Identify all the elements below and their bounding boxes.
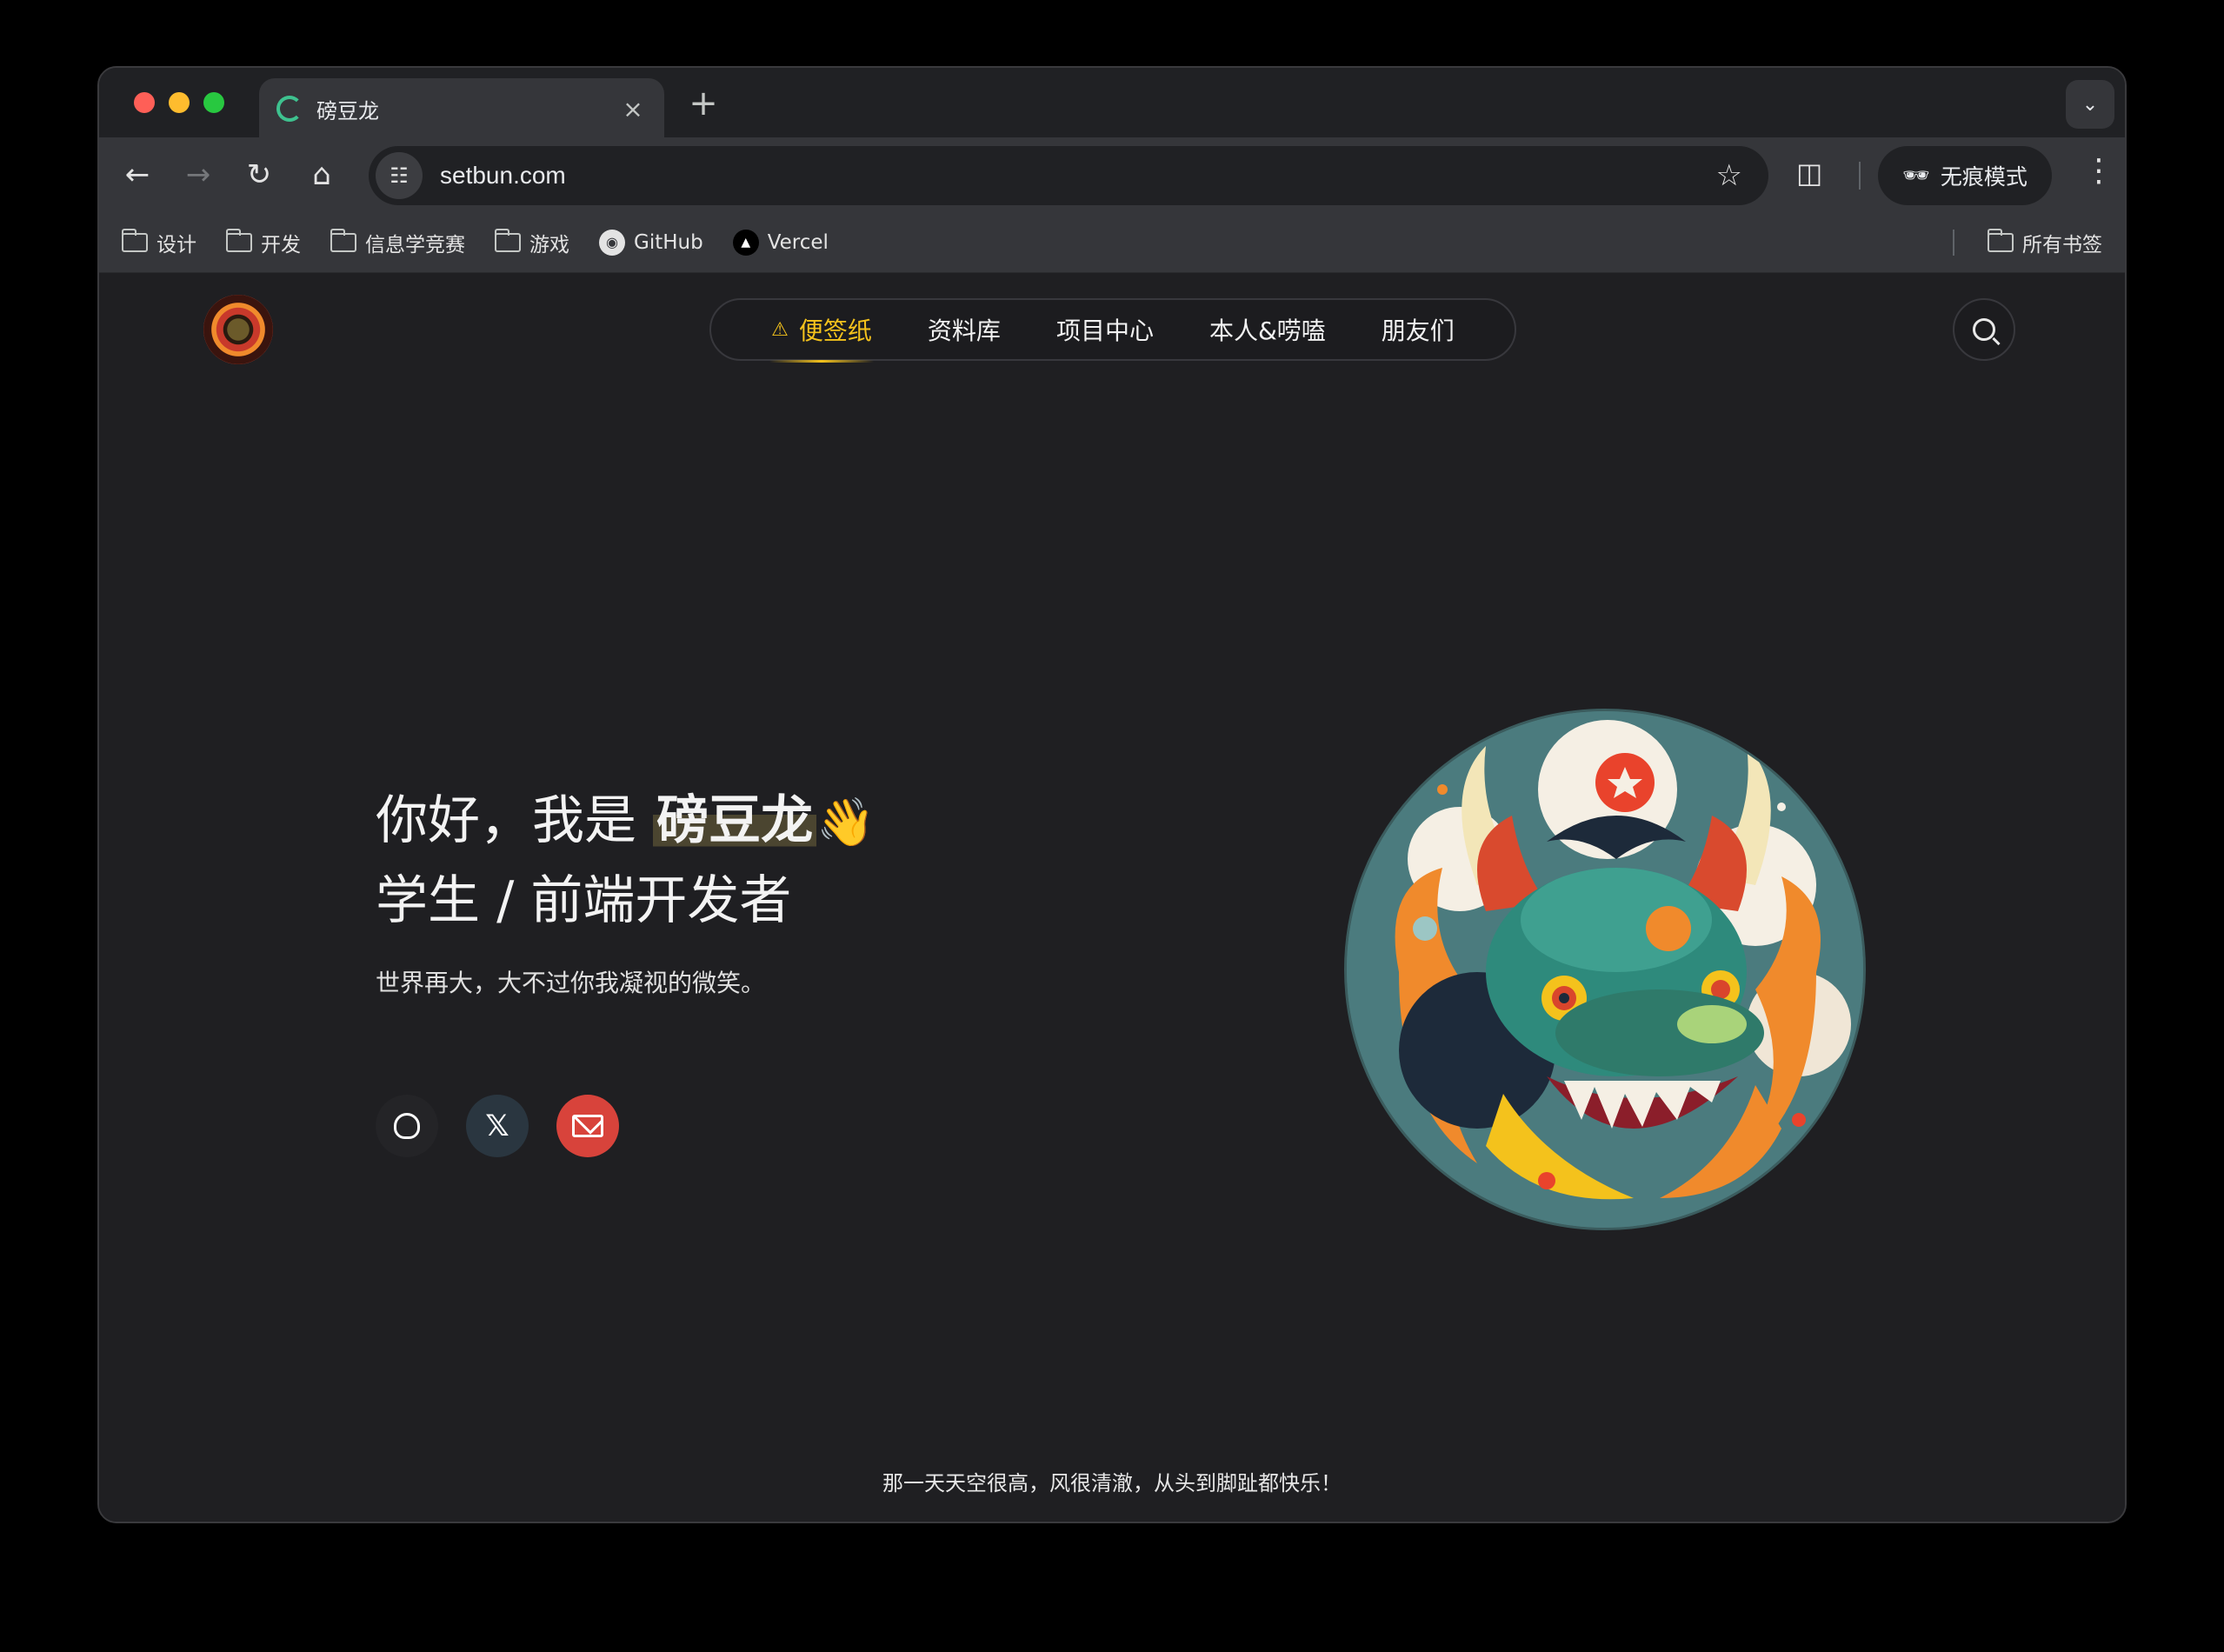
- bookmark-folder-games[interactable]: 游戏: [494, 228, 569, 257]
- site-favicon-icon: [276, 96, 303, 122]
- tab-close-icon[interactable]: ×: [619, 95, 647, 123]
- bookmark-label: 游戏: [529, 233, 569, 256]
- mail-icon: [572, 1115, 603, 1137]
- x-icon: 𝕏: [485, 1109, 509, 1143]
- tab-search-chevron-icon[interactable]: ⌄: [2066, 80, 2114, 129]
- bookmark-label: 开发: [261, 233, 301, 256]
- folder-icon: [494, 228, 521, 252]
- search-button[interactable]: [1953, 298, 2015, 361]
- github-icon: ◉: [599, 229, 625, 256]
- close-window-button[interactable]: [134, 92, 155, 113]
- all-bookmarks-label: 所有书签: [2022, 234, 2102, 256]
- incognito-label: 无痕模式: [1940, 164, 2028, 190]
- x-link[interactable]: 𝕏: [466, 1095, 529, 1157]
- toolbar-divider: [1859, 162, 1861, 190]
- search-icon: [1973, 318, 1995, 341]
- tab-strip: 磅豆龙 × + ⌄: [99, 68, 2125, 139]
- footer-tagline: 那一天天空很高，风很清澈，从头到脚趾都快乐！: [882, 1471, 1342, 1495]
- hero-greeting: 你好，我是: [376, 790, 654, 851]
- bookmark-vercel[interactable]: ▲ Vercel: [732, 229, 829, 256]
- bookmark-label: 设计: [156, 233, 196, 256]
- bookmark-star-icon[interactable]: ☆: [1716, 158, 1742, 193]
- hero-section: 你好，我是 磅豆龙👋 学生 / 前端开发者 世界再大，大不过你我凝视的微笑。: [376, 782, 875, 999]
- bookmark-folder-olympiad[interactable]: 信息学竞赛: [330, 228, 465, 257]
- tab-title: 磅豆龙: [316, 98, 379, 123]
- nav-projects[interactable]: 项目中心: [1029, 298, 1182, 361]
- nav-about[interactable]: 本人&唠嗑: [1182, 298, 1354, 361]
- hero-subtitle: 学生 / 前端开发者: [376, 870, 792, 931]
- browser-tab[interactable]: 磅豆龙 ×: [259, 78, 664, 139]
- nav-notes[interactable]: ⚠ 便签纸: [743, 298, 900, 363]
- bell-icon: ⚠: [771, 318, 789, 341]
- reload-icon[interactable]: ↻: [240, 156, 278, 194]
- maximize-window-button[interactable]: [203, 92, 224, 113]
- main-nav: ⚠ 便签纸 资料库 项目中心 本人&唠嗑 朋友们: [709, 298, 1516, 363]
- browser-window: 磅豆龙 × + ⌄ ← → ↻ ⌂ ☷ setbun.com ☆ ◫ 🕶 无痕模…: [97, 66, 2127, 1523]
- url-text[interactable]: setbun.com: [440, 162, 1716, 190]
- incognito-icon: 🕶: [1902, 163, 1930, 188]
- nav-label: 便签纸: [798, 316, 872, 345]
- hero-name: 磅豆龙: [653, 790, 817, 851]
- bookmarks-divider: [1953, 230, 1954, 256]
- folder-icon: [225, 228, 252, 252]
- back-arrow-icon[interactable]: ←: [118, 156, 156, 194]
- wave-icon: 👋: [816, 795, 876, 849]
- nav-library[interactable]: 资料库: [900, 298, 1029, 361]
- browser-menu-icon[interactable]: ⋮: [2083, 153, 2114, 189]
- page-content: ⚠ 便签纸 资料库 项目中心 本人&唠嗑 朋友们 你好，我是 磅豆龙👋 学生 /…: [99, 274, 2125, 1522]
- window-controls: [134, 92, 224, 113]
- hero-heading: 你好，我是 磅豆龙👋: [376, 782, 875, 862]
- forward-arrow-icon[interactable]: →: [179, 156, 217, 194]
- bookmark-label: Vercel: [767, 230, 829, 254]
- home-icon[interactable]: ⌂: [303, 156, 341, 194]
- bookmark-folder-design[interactable]: 设计: [121, 228, 196, 257]
- bookmark-folder-dev[interactable]: 开发: [225, 228, 301, 257]
- dragon-illustration: [1347, 711, 1863, 1228]
- new-tab-button[interactable]: +: [682, 83, 725, 123]
- nav-friends[interactable]: 朋友们: [1354, 298, 1482, 361]
- bookmark-label: GitHub: [634, 230, 703, 254]
- bookmarks-bar: 设计 开发 信息学竞赛 游戏 ◉ GitHub ▲ Vercel 所有书签: [99, 212, 2125, 273]
- bookmark-label: 信息学竞赛: [365, 233, 465, 256]
- folder-icon: [121, 228, 148, 252]
- email-link[interactable]: [556, 1095, 619, 1157]
- site-info-icon[interactable]: ☷: [376, 152, 423, 199]
- vercel-icon: ▲: [732, 229, 759, 256]
- bookmark-github[interactable]: ◉ GitHub: [599, 229, 703, 256]
- incognito-indicator[interactable]: 🕶 无痕模式: [1878, 146, 2052, 205]
- github-icon: [394, 1113, 420, 1139]
- extensions-puzzle-icon[interactable]: ◫: [1796, 157, 1822, 190]
- social-links: 𝕏: [376, 1095, 619, 1157]
- dragon-avatar-image: [1344, 709, 1866, 1230]
- browser-toolbar: ← → ↻ ⌂ ☷ setbun.com ☆ ◫ 🕶 无痕模式 ⋮: [99, 137, 2125, 212]
- hero-motto: 世界再大，大不过你我凝视的微笑。: [376, 969, 766, 997]
- site-logo[interactable]: [203, 295, 273, 364]
- folder-icon: [1987, 229, 2014, 252]
- github-link[interactable]: [376, 1095, 438, 1157]
- address-bar[interactable]: ☷ setbun.com ☆: [369, 146, 1768, 205]
- folder-icon: [330, 228, 356, 252]
- minimize-window-button[interactable]: [169, 92, 190, 113]
- all-bookmarks-button[interactable]: 所有书签: [1987, 212, 2102, 273]
